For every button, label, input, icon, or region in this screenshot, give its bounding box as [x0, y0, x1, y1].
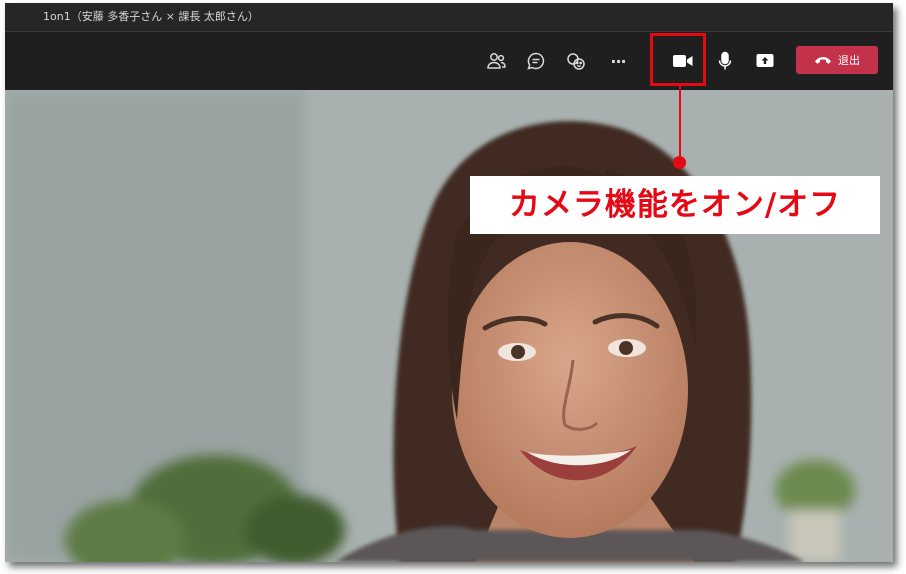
annotation-dot [673, 156, 686, 169]
participant-video-frame [5, 90, 893, 562]
participant-video [5, 90, 893, 562]
reactions-icon [567, 53, 585, 70]
chat-button[interactable] [523, 48, 549, 74]
reactions-button[interactable] [563, 48, 589, 74]
more-icon: ··· [610, 51, 626, 71]
people-icon [487, 53, 506, 69]
title-bar: 1on1（安藤 多香子さん × 課長 太郎さん） [5, 3, 893, 31]
chat-icon [527, 52, 545, 70]
participants-button[interactable] [483, 48, 509, 74]
meeting-toolbar: ··· 退出 [5, 31, 893, 90]
microphone-toggle-button[interactable] [712, 48, 738, 74]
more-options-button[interactable]: ··· [605, 48, 631, 74]
phone-hangup-icon [815, 57, 831, 64]
share-icon [756, 54, 774, 67]
annotation-label: カメラ機能をオン/オフ [470, 176, 880, 234]
meeting-window: 1on1（安藤 多香子さん × 課長 太郎さん） ··· 退出 [5, 3, 893, 562]
window-title: 1on1（安藤 多香子さん × 課長 太郎さん） [43, 10, 259, 23]
share-screen-button[interactable] [752, 48, 778, 74]
annotation-connector [679, 86, 681, 161]
leave-button[interactable]: 退出 [796, 46, 878, 74]
leave-label: 退出 [838, 54, 860, 67]
microphone-icon [718, 51, 732, 70]
camera-highlight-box [650, 33, 706, 86]
